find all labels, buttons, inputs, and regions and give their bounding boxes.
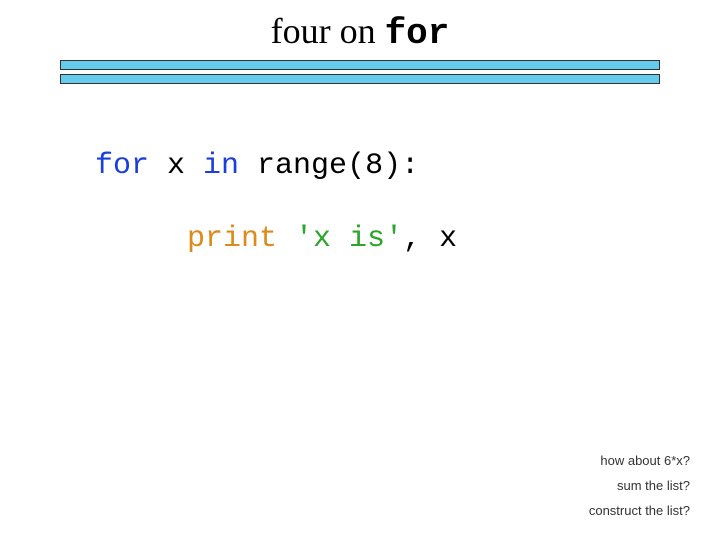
title-underline (60, 60, 660, 84)
title-text-part1: four on (271, 11, 385, 51)
underline-bar (60, 60, 660, 70)
code-line-2: print 'x is', x (95, 223, 457, 256)
keyword-print: print (187, 222, 277, 256)
code-text: x (149, 149, 203, 183)
string-literal: 'x is' (295, 222, 403, 256)
slide-title: four on for (0, 0, 720, 54)
code-block: for x in range(8): print 'x is', x (95, 150, 457, 256)
slide: four on for for x in range(8): print 'x … (0, 0, 720, 540)
footer-question-3: construct the list? (589, 503, 690, 518)
code-text: range(8): (239, 149, 419, 183)
keyword-in: in (203, 149, 239, 183)
footer-question-1: how about 6*x? (589, 453, 690, 468)
title-text-part2: for (385, 13, 450, 54)
keyword-for: for (95, 149, 149, 183)
code-space (277, 222, 295, 256)
footer-question-2: sum the list? (589, 478, 690, 493)
code-text: , x (403, 222, 457, 256)
code-line-1: for x in range(8): (95, 150, 457, 183)
footer-questions: how about 6*x? sum the list? construct t… (589, 443, 690, 518)
underline-bar (60, 74, 660, 84)
